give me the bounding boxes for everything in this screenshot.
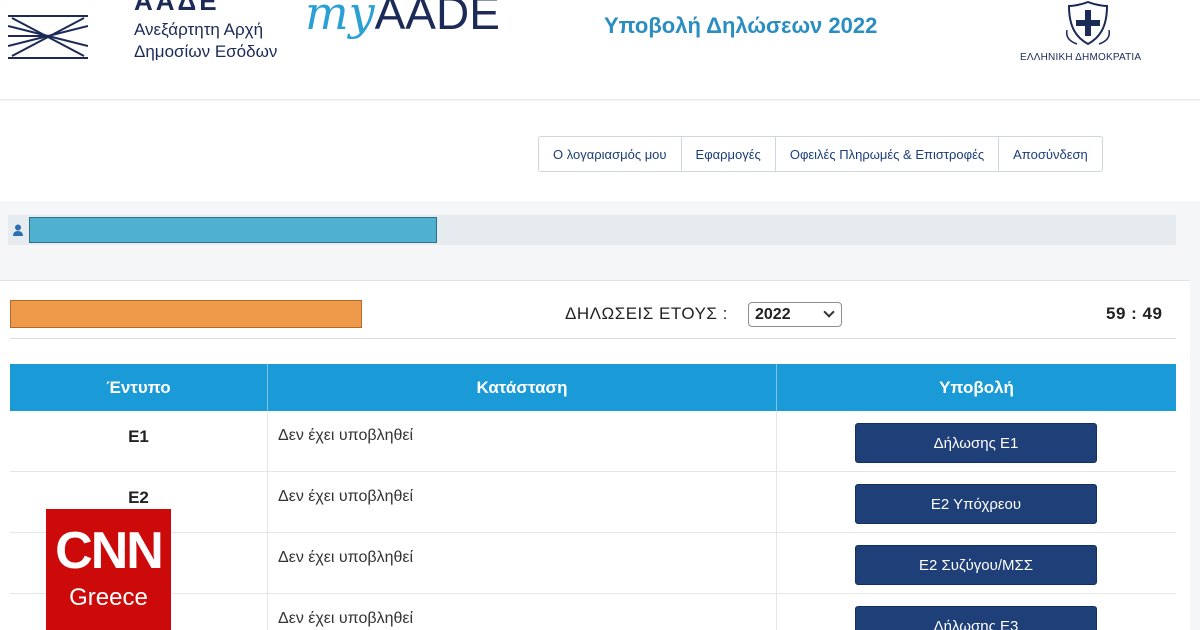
cnn-greece-watermark: CNN Greece (46, 509, 171, 630)
redacted-taxpayer-info (10, 300, 362, 328)
status-text: Δεν έχει υποβληθεί (278, 488, 414, 505)
nav-logout[interactable]: Αποσύνδεση (999, 137, 1102, 171)
org-name-line2: Δημοσίων Εσόδων (134, 42, 278, 61)
org-abbrev: ΑΑΔΕ (134, 0, 220, 16)
nav-applications[interactable]: Εφαρμογές (682, 137, 776, 171)
year-select[interactable]: 2022 (748, 302, 842, 327)
status-text: Δεν έχει υποβληθεί (278, 610, 414, 627)
table-row: Ε2 Δεν έχει υποβληθεί Ε2 Υπόχρεου (10, 472, 1176, 533)
divider (10, 338, 1176, 339)
aade-logo-icon (8, 0, 88, 64)
form-cell: Ε1 (10, 411, 268, 471)
logo-aade: AADE (374, 0, 500, 39)
nav-debts-payments[interactable]: Οφειλές Πληρωμές & Επιστροφές (776, 137, 1000, 171)
year-select-value: 2022 (755, 306, 791, 323)
submit-e2-spouse-button[interactable]: Ε2 Συζύγου/ΜΣΣ (855, 545, 1097, 585)
gov-label: ΕΛΛΗΝΙΚΗ ΔΗΜΟΚΡΑΤΙΑ (1020, 52, 1142, 63)
submit-cell: Δήλωσης Ε3 (777, 594, 1176, 630)
greek-coat-of-arms-icon (1065, 0, 1111, 46)
user-bar (8, 215, 1176, 245)
column-header-status: Κατάσταση (268, 364, 777, 411)
table-header: Έντυπο Κατάσταση Υποβολή (10, 364, 1176, 411)
column-header-submit: Υποβολή (939, 377, 1014, 397)
submit-e3-button[interactable]: Δήλωσης Ε3 (855, 606, 1097, 630)
year-label: ΔΗΛΩΣΕΙΣ ΕΤΟΥΣ : (565, 304, 728, 323)
redacted-user-name (29, 217, 437, 243)
submit-e1-button[interactable]: Δήλωσης Ε1 (855, 423, 1097, 463)
cnn-sub: Greece (69, 584, 148, 611)
top-nav: Ο λογαριασμός μου Εφαρμογές Οφειλές Πληρ… (538, 136, 1103, 172)
status-text: Δεν έχει υποβληθεί (278, 427, 414, 444)
chevron-down-icon (823, 306, 835, 318)
org-name-line1: Ανεξάρτητη Αρχή (134, 20, 264, 39)
submit-cell: Δήλωσης Ε1 (777, 411, 1176, 471)
table-row: Δεν έχει υποβληθεί Δήλωσης Ε3 (10, 594, 1176, 630)
page-title: Υποβολή Δηλώσεων 2022 (604, 13, 878, 38)
nav-my-account[interactable]: Ο λογαριασμός μου (539, 137, 682, 171)
form-code: Ε1 (128, 427, 149, 446)
table-row: Δεν έχει υποβληθεί Ε2 Συζύγου/ΜΣΣ (10, 533, 1176, 594)
user-icon (13, 224, 23, 236)
site-header: ΑΑΔΕ Ανεξάρτητη Αρχή Δημοσίων Εσόδων myA… (0, 0, 1200, 100)
table-row: Ε1 Δεν έχει υποβληθεί Δήλωσης Ε1 (10, 411, 1176, 472)
myaade-logo: myAADE (305, 0, 500, 66)
logo-my: my (305, 0, 375, 40)
session-timer: 59 : 49 (1106, 304, 1163, 323)
declarations-table: Έντυπο Κατάσταση Υποβολή Ε1 Δεν έχει υπο… (10, 364, 1176, 630)
submit-cell: Ε2 Υπόχρεου (777, 472, 1176, 532)
status-text: Δεν έχει υποβληθεί (278, 549, 414, 566)
cnn-logo: CNN (55, 522, 164, 580)
submit-e2-taxpayer-button[interactable]: Ε2 Υπόχρεου (855, 484, 1097, 524)
status-cell: Δεν έχει υποβληθεί (268, 594, 777, 630)
submit-cell: Ε2 Συζύγου/ΜΣΣ (777, 533, 1176, 593)
status-cell: Δεν έχει υποβληθεί (268, 411, 777, 471)
form-code: Ε2 (128, 488, 149, 507)
status-cell: Δεν έχει υποβληθεί (268, 472, 777, 532)
column-header-form: Έντυπο (10, 364, 268, 411)
status-cell: Δεν έχει υποβληθεί (268, 533, 777, 593)
